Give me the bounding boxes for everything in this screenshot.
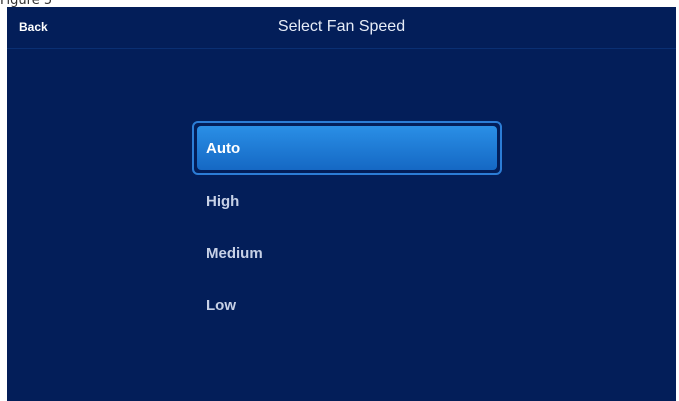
option-medium[interactable]: Medium (192, 227, 502, 279)
option-auto[interactable]: Auto (192, 121, 502, 175)
page-title: Select Fan Speed (277, 18, 406, 35)
fan-speed-options: Auto High Medium Low (192, 121, 502, 331)
option-low[interactable]: Low (192, 279, 502, 331)
option-label: Auto (197, 126, 497, 170)
top-bar: Back Select Fan Speed (7, 7, 676, 49)
fan-speed-screen: Back Select Fan Speed Auto High Medium L… (7, 7, 676, 401)
option-high[interactable]: High (192, 175, 502, 227)
